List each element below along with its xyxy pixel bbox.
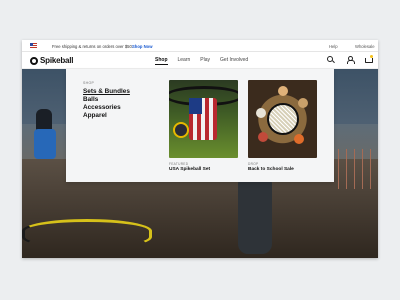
- promo-message: Free shipping & returns on orders over $…: [52, 43, 134, 49]
- card-tag: DROP: [248, 162, 259, 166]
- main-nav: Spikeball Shop Learn Play Get Involved: [22, 52, 378, 69]
- card-tag: FEATURED: [169, 162, 189, 166]
- featured-card[interactable]: FEATURED USA Spikeball Set: [169, 80, 238, 172]
- shop-now-link[interactable]: Shop Now: [132, 44, 152, 49]
- card-title[interactable]: USA Spikeball Set: [169, 167, 238, 172]
- card-title[interactable]: Back to School Sale: [248, 167, 317, 172]
- category-sets-bundles[interactable]: Sets & Bundles: [83, 88, 130, 96]
- search-icon[interactable]: [327, 56, 334, 63]
- nav-menu: Shop Learn Play Get Involved: [155, 57, 248, 65]
- browser-viewport: Free shipping & returns on orders over $…: [22, 40, 378, 258]
- help-link[interactable]: Help: [329, 44, 338, 49]
- nav-item-get-involved[interactable]: Get Involved: [220, 57, 248, 65]
- nav-item-shop[interactable]: Shop: [155, 57, 168, 65]
- nav-item-play[interactable]: Play: [200, 57, 210, 65]
- promo-card[interactable]: DROP Back to School Sale: [248, 80, 317, 172]
- promo-bar: Free shipping & returns on orders over $…: [22, 40, 378, 52]
- nav-item-learn[interactable]: Learn: [178, 57, 191, 65]
- category-accessories[interactable]: Accessories: [83, 104, 130, 112]
- mega-menu-heading: SHOP: [83, 81, 95, 85]
- wholesale-link[interactable]: Wholesale: [355, 44, 375, 49]
- back-to-school-image[interactable]: [248, 80, 317, 158]
- category-apparel[interactable]: Apparel: [83, 112, 130, 120]
- cart-badge: [370, 55, 373, 58]
- shop-mega-menu: SHOP Sets & Bundles Balls Accessories Ap…: [66, 69, 334, 182]
- nav-icons: [327, 55, 373, 64]
- usa-set-image[interactable]: [169, 80, 238, 158]
- cart-icon[interactable]: [365, 55, 373, 63]
- user-icon[interactable]: [346, 56, 355, 64]
- spikeball-logo[interactable]: Spikeball: [30, 56, 74, 65]
- category-balls[interactable]: Balls: [83, 96, 130, 104]
- brand-name: Spikeball: [40, 56, 74, 65]
- spikeball-logo-icon: [30, 56, 38, 65]
- us-flag-icon[interactable]: [30, 43, 37, 48]
- category-list: Sets & Bundles Balls Accessories Apparel: [83, 88, 130, 120]
